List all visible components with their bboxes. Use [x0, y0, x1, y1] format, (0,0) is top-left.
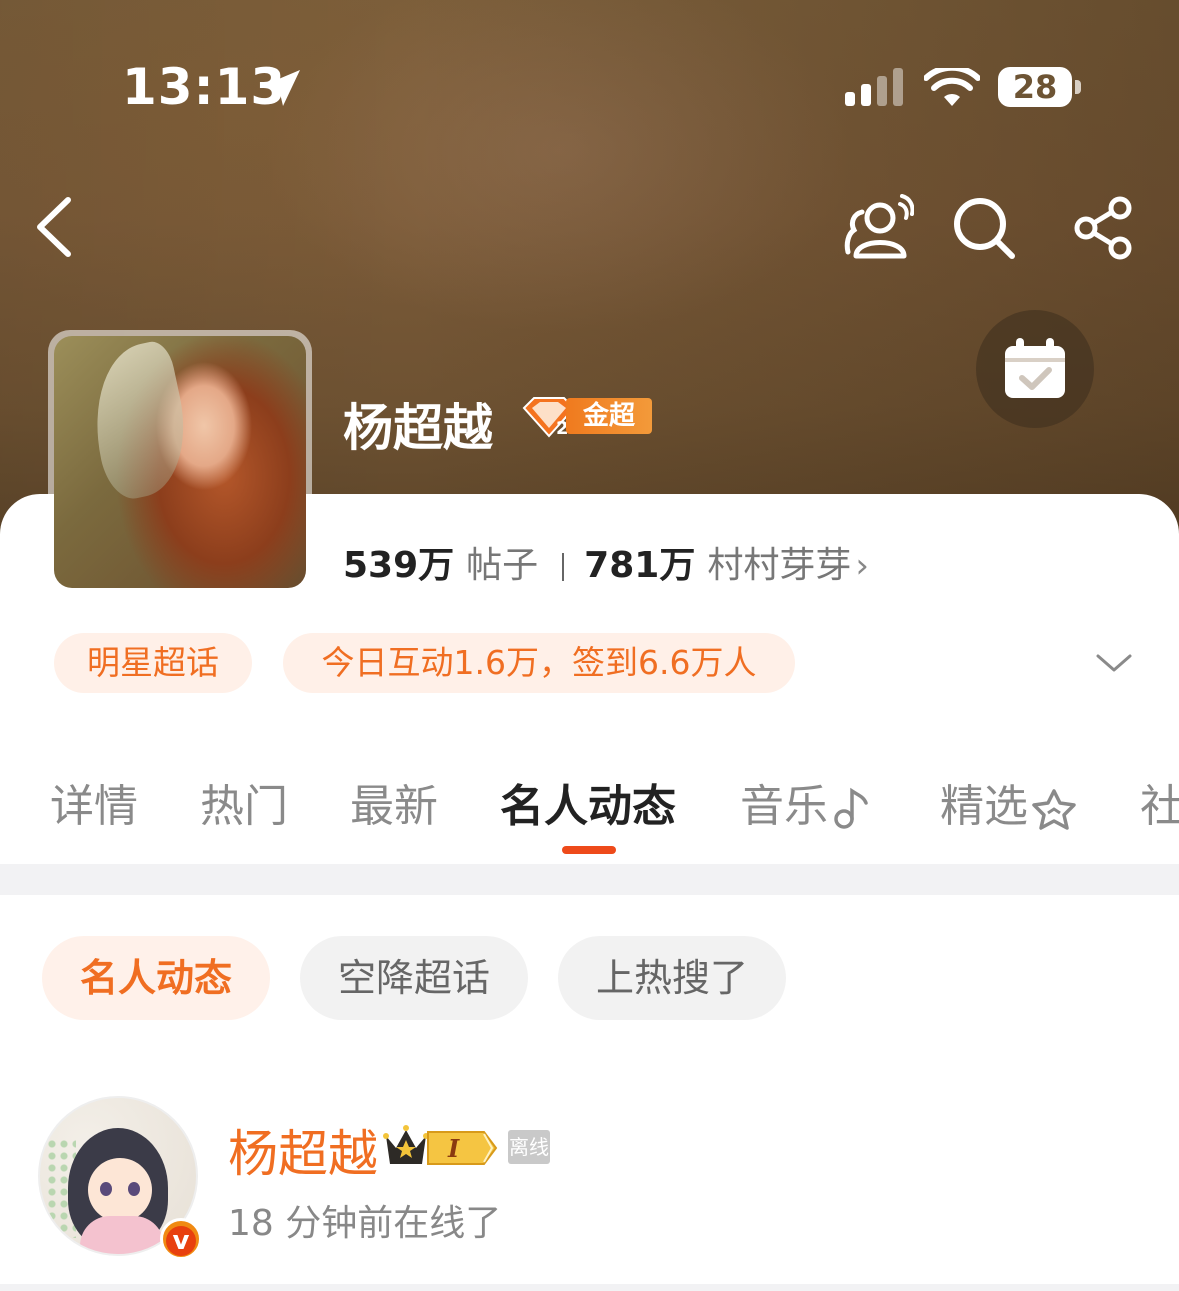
- share-icon[interactable]: [1072, 196, 1136, 260]
- star-sparkle-icon: [1032, 789, 1076, 830]
- chevron-down-icon[interactable]: [1094, 648, 1134, 678]
- battery-tip: [1075, 80, 1081, 94]
- followers-count: 781万: [584, 545, 696, 586]
- calendar-check-icon: [1005, 338, 1065, 398]
- tab-details[interactable]: 详情: [50, 770, 138, 834]
- posts-label: 帖子: [466, 545, 539, 586]
- gold-super-badge[interactable]: 2 金超: [520, 394, 652, 438]
- followers-label: 村村芽芽: [707, 545, 852, 586]
- location-arrow-icon: [262, 70, 300, 106]
- chevron-right-icon: ›: [855, 546, 869, 586]
- today-stats-pill[interactable]: 今日互动1.6万，签到6.6万人: [283, 633, 795, 693]
- tab-community-partial[interactable]: 社: [1140, 770, 1179, 834]
- tab-music[interactable]: 音乐: [740, 770, 870, 834]
- user-name[interactable]: 杨超越: [228, 1114, 378, 1186]
- battery-level: 28: [998, 67, 1072, 107]
- tab-hot[interactable]: 热门: [200, 770, 288, 834]
- active-tab-indicator: [562, 846, 616, 854]
- chip-celebrity-updates[interactable]: 名人动态: [42, 936, 270, 1020]
- cellular-signal-icon: [845, 68, 903, 106]
- verified-v-icon: v: [160, 1218, 202, 1260]
- community-stats[interactable]: 539万 帖子 781万 村村芽芽 ›: [343, 536, 869, 588]
- checkin-calendar-button[interactable]: [976, 310, 1094, 428]
- category-pill[interactable]: 明星超话: [54, 633, 252, 693]
- tab-celebrity-updates[interactable]: 名人动态: [500, 770, 676, 834]
- community-title: 杨超越: [343, 399, 493, 457]
- avatar-body: [80, 1216, 164, 1254]
- offline-status-tag: 离线: [508, 1130, 550, 1164]
- tab-featured-label: 精选: [940, 781, 1028, 832]
- avatar-eye-right: [128, 1182, 140, 1196]
- avatar-wing-prop: [79, 338, 199, 504]
- chip-airdrop-topic[interactable]: 空降超话: [300, 936, 528, 1020]
- chip-trending[interactable]: 上热搜了: [558, 936, 786, 1020]
- crown-level-text: I: [447, 1134, 460, 1163]
- avatar-face: [88, 1158, 152, 1222]
- bottom-divider: [0, 1284, 1179, 1291]
- badge-label: 金超: [566, 398, 652, 434]
- community-avatar[interactable]: [48, 330, 312, 594]
- tab-music-label: 音乐: [740, 781, 828, 832]
- crown-level-badge-icon: I: [383, 1125, 498, 1165]
- wifi-icon: [924, 68, 980, 106]
- group-people-icon[interactable]: [842, 192, 914, 260]
- music-note-icon: [834, 787, 868, 829]
- last-online-text: 18 分钟前在线了: [228, 1203, 502, 1244]
- stats-separator: [562, 553, 565, 581]
- posts-count: 539万: [343, 545, 455, 586]
- avatar-eye-left: [100, 1182, 112, 1196]
- tab-featured[interactable]: 精选: [940, 770, 1078, 834]
- tab-latest[interactable]: 最新: [350, 770, 438, 834]
- avatar-photo: [54, 336, 306, 588]
- back-chevron-icon[interactable]: [30, 196, 80, 258]
- section-divider: [0, 862, 1179, 895]
- search-icon[interactable]: [952, 196, 1016, 260]
